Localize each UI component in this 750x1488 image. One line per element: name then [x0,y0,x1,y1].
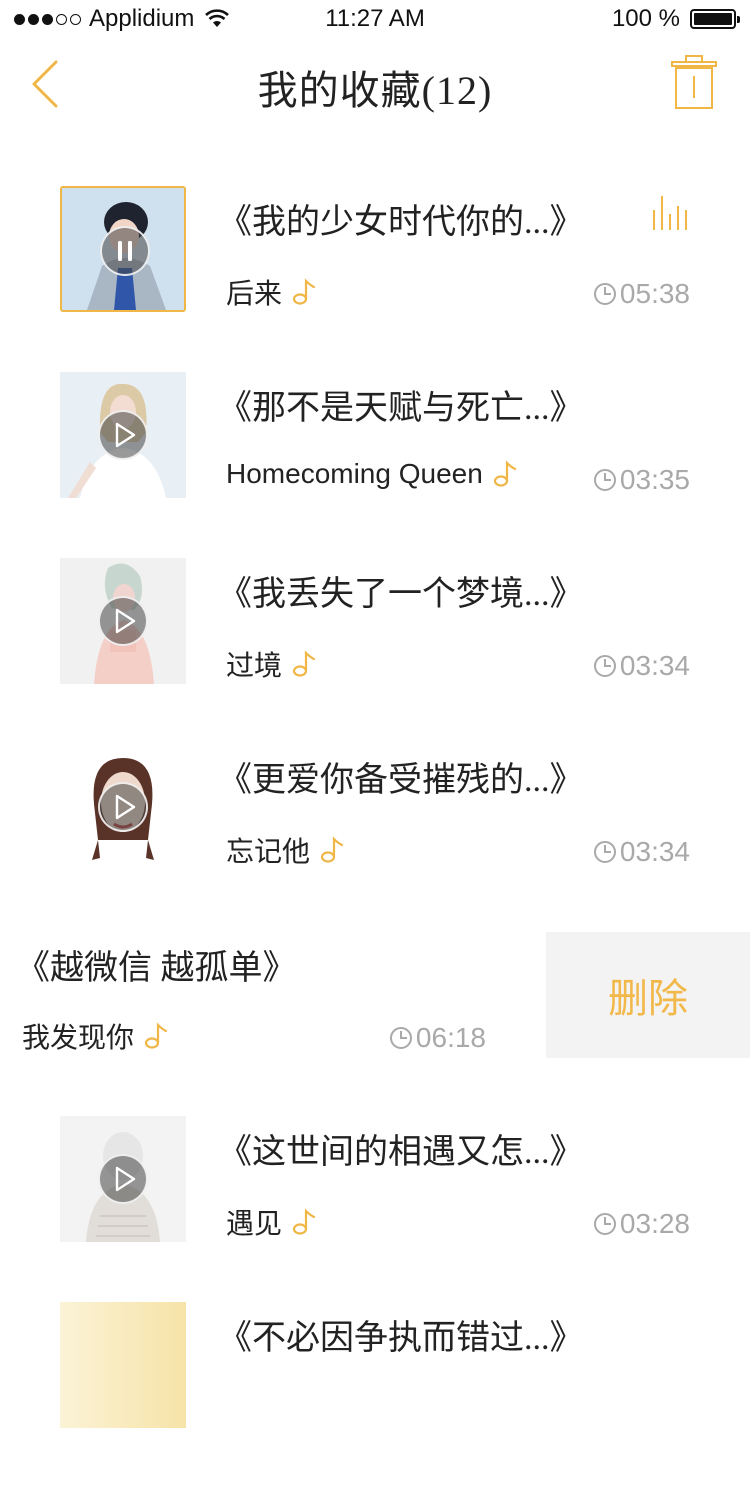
music-note-icon [144,1022,168,1049]
artist-name: Homecoming Queen [226,458,517,490]
artist-name: 过境 [226,644,316,684]
play-button[interactable] [98,596,148,646]
clock-icon [593,841,616,863]
song-title: 《不必因争执而错过...》 [218,1320,584,1357]
page-title: 我的收藏(12) [257,68,493,113]
duration-label: 03:35 [619,464,690,495]
status-right: 100 % [611,5,740,33]
duration-label: 03:34 [619,650,690,681]
duration-label: 05:38 [619,278,690,309]
artist-name: 我发现你 [22,1016,168,1056]
status-bar: Applidium 11:27 AM 100 % [0,0,750,40]
music-note-icon [493,460,516,487]
album-cover[interactable] [60,1302,186,1428]
music-note-icon [292,1208,316,1235]
pause-icon [118,241,132,261]
clock-icon [593,655,616,677]
album-cover[interactable] [60,372,186,498]
trash-icon[interactable] [668,54,720,112]
artist-label: 后来 [226,278,283,309]
artist-label: 忘记他 [226,836,311,867]
album-cover[interactable] [60,744,186,870]
clock-icon [593,283,616,305]
album-art [60,1302,186,1428]
song-duration: 03:28 [593,1208,690,1240]
artist-name: 遇见 [226,1202,316,1242]
artist-name: 忘记他 [226,830,344,870]
album-cover[interactable] [60,186,186,312]
list-item[interactable]: 《不必因争执而错过...》 [0,1302,750,1488]
music-note-icon [320,836,344,863]
swiped-list-item[interactable]: 《越微信 越孤单》 我发现你 06:18 删除 [0,932,750,1058]
play-icon [115,1166,136,1192]
artist-name: 后来 [226,272,316,312]
song-title: 《那不是天赋与死亡...》 [218,390,584,427]
play-icon [115,422,136,448]
song-duration: 03:34 [593,836,690,868]
list-item[interactable]: 《这世间的相遇又怎...》 遇见 03:28 [0,1116,750,1302]
pause-button[interactable] [100,226,150,276]
play-button[interactable] [98,1154,148,1204]
music-note-icon [292,278,316,305]
battery-percent: 100 % [611,5,680,32]
artist-label: Homecoming Queen [226,458,483,489]
clock-icon [389,1027,412,1049]
duration-label: 03:34 [619,836,690,867]
album-cover[interactable] [60,558,186,684]
play-icon [115,794,136,820]
battery-icon [690,9,740,29]
nav-bar: 我的收藏(12) [0,40,750,130]
artist-label: 遇见 [226,1208,283,1239]
song-title: 《这世间的相遇又怎...》 [218,1134,584,1171]
list-item[interactable]: 《更爱你备受摧残的...》 忘记他 03:34 [0,744,750,930]
artist-label: 过境 [226,650,283,681]
equalizer-icon [653,196,687,230]
song-duration: 03:35 [593,464,690,496]
list-item[interactable]: 《我丢失了一个梦境...》 过境 03:34 [0,558,750,744]
clock-icon [593,469,616,491]
duration-label: 03:28 [619,1208,690,1239]
delete-button[interactable]: 删除 [546,932,750,1058]
clock-icon [593,1213,616,1235]
play-button[interactable] [98,410,148,460]
play-button[interactable] [98,782,148,832]
play-icon [115,608,136,634]
song-title: 《越微信 越孤单》 [16,950,297,987]
song-duration: 05:38 [593,278,690,310]
duration-label: 06:18 [415,1022,486,1053]
album-cover[interactable] [60,1116,186,1242]
song-title: 《我的少女时代你的...》 [218,204,584,241]
artist-label: 我发现你 [22,1022,135,1053]
list-item[interactable]: 《那不是天赋与死亡...》 Homecoming Queen 03:35 [0,372,750,558]
song-duration: 03:34 [593,650,690,682]
list-item[interactable]: 《我的少女时代你的...》 后来 05:38 [0,186,750,372]
song-title: 《更爱你备受摧残的...》 [218,762,584,799]
song-title: 《我丢失了一个梦境...》 [218,576,584,613]
song-duration: 06:18 [389,1022,486,1054]
music-note-icon [292,650,316,677]
